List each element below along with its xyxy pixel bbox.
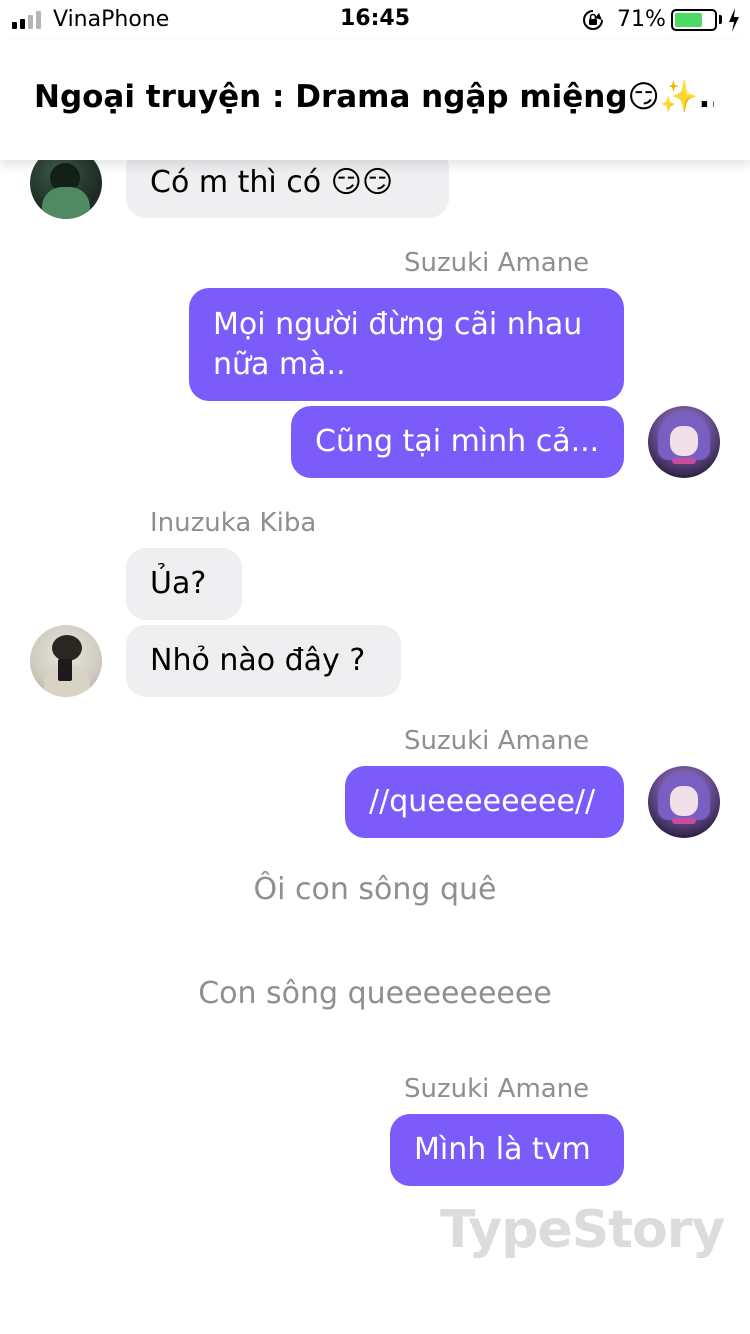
avatar[interactable] [30, 625, 102, 697]
message-outgoing: //queeeeeeee// [345, 766, 624, 838]
story-title: Ngoại truyện : Drama ngập miệng😏✨... [34, 79, 714, 115]
typestory-watermark: TypeStory [440, 1200, 725, 1260]
message-outgoing: Cũng tại mình cả... [291, 406, 624, 478]
narration-text: Con sông queeeeeeeee [198, 976, 552, 1011]
story-header: Ngoại truyện : Drama ngập miệng😏✨... [0, 40, 750, 160]
message-outgoing: Mình là tvm [390, 1114, 624, 1186]
narration-text: Ôi con sông quê [253, 872, 497, 907]
sender-name: Suzuki Amane [404, 1074, 590, 1104]
chat-thread[interactable]: Có m thì có 😏😏 Suzuki Amane Mọi người đừ… [0, 0, 750, 1334]
message-incoming: Ủa? [126, 548, 242, 620]
message-incoming: Nhỏ nào đây ? [126, 625, 401, 697]
sender-name: Inuzuka Kiba [150, 508, 317, 538]
sender-name: Suzuki Amane [404, 726, 590, 756]
message-outgoing: Mọi người đừng cãi nhau nữa mà.. [189, 288, 624, 401]
sender-name: Suzuki Amane [404, 248, 590, 278]
avatar[interactable] [648, 406, 720, 478]
avatar[interactable] [648, 766, 720, 838]
